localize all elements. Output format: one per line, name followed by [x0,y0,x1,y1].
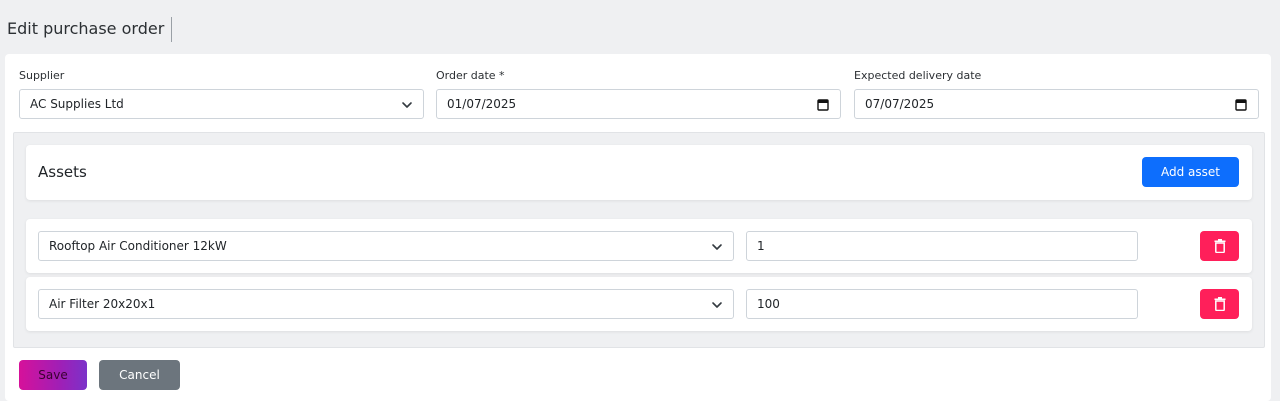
add-asset-button[interactable]: Add asset [1142,157,1239,187]
chevron-down-icon [712,244,722,250]
quantity-input[interactable]: 100 [746,289,1138,319]
delete-asset-button[interactable] [1200,231,1239,261]
supplier-label: Supplier [19,69,65,82]
trash-icon [1214,297,1225,311]
asset-value: Rooftop Air Conditioner 12kW [49,239,227,253]
supplier-value: AC Supplies Ltd [30,97,124,111]
trash-icon [1214,239,1225,253]
delivery-date-value: 07/07/2025 [865,97,935,111]
calendar-icon[interactable] [817,98,829,111]
asset-select[interactable]: Air Filter 20x20x1 [38,289,734,319]
save-button[interactable]: Save [19,360,87,390]
asset-row: Air Filter 20x20x1 100 [26,277,1252,331]
assets-header: Assets Add asset [26,145,1252,200]
quantity-input[interactable]: 1 [746,231,1138,261]
quantity-value: 100 [757,297,780,311]
quantity-value: 1 [757,239,765,253]
asset-value: Air Filter 20x20x1 [49,297,156,311]
delivery-date-label: Expected delivery date [854,69,982,82]
cancel-button[interactable]: Cancel [99,360,180,390]
title-divider [171,17,172,42]
order-date-value: 01/07/2025 [447,97,517,111]
asset-row: Rooftop Air Conditioner 12kW 1 [26,219,1252,273]
delivery-date-input[interactable]: 07/07/2025 [854,89,1259,119]
chevron-down-icon [402,102,412,108]
supplier-select[interactable]: AC Supplies Ltd [19,89,424,119]
chevron-down-icon [712,302,722,308]
order-date-label: Order date * [436,69,505,82]
calendar-icon[interactable] [1235,98,1247,111]
assets-title: Assets [38,163,87,181]
asset-select[interactable]: Rooftop Air Conditioner 12kW [38,231,734,261]
order-date-input[interactable]: 01/07/2025 [436,89,841,119]
page-title: Edit purchase order [7,19,165,38]
page-header: Edit purchase order [0,0,1280,54]
delete-asset-button[interactable] [1200,289,1239,319]
